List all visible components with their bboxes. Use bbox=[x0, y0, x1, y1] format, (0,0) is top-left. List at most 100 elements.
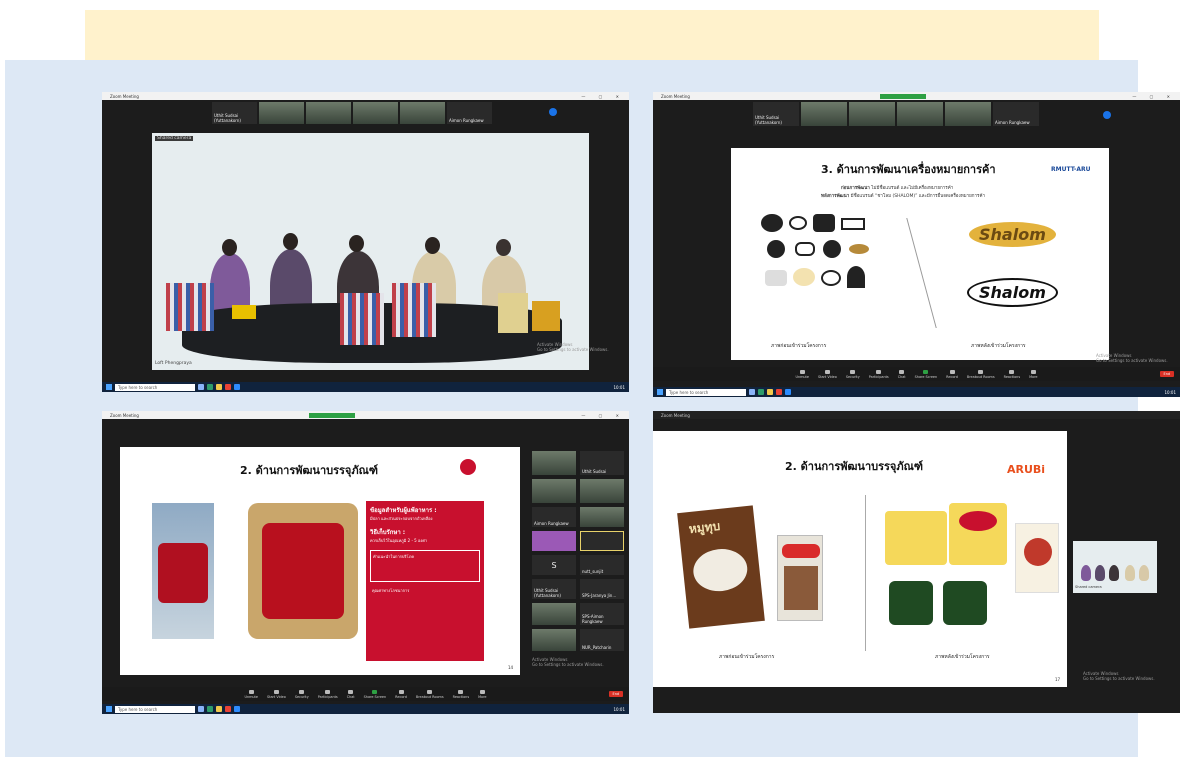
start-video-button[interactable]: Start Video bbox=[267, 689, 286, 699]
taskbar-clock: 10:01 bbox=[1164, 389, 1176, 395]
participant-video[interactable] bbox=[945, 102, 991, 126]
windows-start-icon[interactable] bbox=[106, 384, 112, 390]
participant-video[interactable] bbox=[306, 102, 351, 124]
taskview-icon[interactable] bbox=[749, 389, 755, 395]
record-button[interactable]: Record bbox=[395, 689, 407, 699]
participant-tile[interactable]: Uthit Sudsai (Yuttanakorn) bbox=[753, 102, 799, 126]
participant-video[interactable] bbox=[259, 102, 304, 124]
participant-video[interactable] bbox=[532, 451, 576, 475]
chrome-icon[interactable] bbox=[776, 389, 782, 395]
sharing-indicator bbox=[879, 93, 926, 99]
windows-start-icon[interactable] bbox=[106, 706, 112, 712]
after-package-jar bbox=[889, 581, 933, 625]
taskview-icon[interactable] bbox=[198, 706, 204, 712]
end-button[interactable]: End bbox=[608, 691, 623, 697]
participant-video[interactable] bbox=[580, 479, 624, 503]
participant-video[interactable] bbox=[532, 603, 576, 625]
folder-icon[interactable] bbox=[216, 384, 222, 390]
record-icon bbox=[398, 689, 404, 694]
security-button[interactable]: Security bbox=[846, 369, 860, 379]
edge-icon[interactable] bbox=[207, 384, 213, 390]
chrome-icon[interactable] bbox=[225, 384, 231, 390]
start-video-button[interactable]: Start Video bbox=[818, 369, 837, 379]
video-icon bbox=[273, 689, 279, 694]
reactions-button[interactable]: Reactions bbox=[453, 689, 469, 699]
participant-tile[interactable]: Uthit Sudsai (Yuttanakorn) bbox=[532, 579, 576, 599]
participant-tile[interactable]: nutt_sunjit bbox=[580, 555, 624, 575]
thumbnail-name: Shared camera bbox=[1075, 585, 1102, 589]
zoom-avatar-icon[interactable] bbox=[1103, 111, 1111, 119]
participant-tile[interactable]: Uthit Sudsai (Yuttanakorn) bbox=[212, 102, 257, 124]
taskbar-search[interactable]: Type here to search bbox=[115, 705, 195, 713]
zoom-icon[interactable] bbox=[785, 389, 791, 395]
more-button[interactable]: More bbox=[478, 689, 487, 699]
zoom-icon[interactable] bbox=[234, 706, 240, 712]
checkered-bag bbox=[392, 283, 436, 337]
participant-video[interactable] bbox=[353, 102, 398, 124]
zoom-icon[interactable] bbox=[234, 384, 240, 390]
participant-tile[interactable] bbox=[580, 531, 624, 551]
participant-video[interactable] bbox=[532, 479, 576, 503]
record-button[interactable]: Record bbox=[946, 369, 958, 379]
folder-icon[interactable] bbox=[767, 389, 773, 395]
zoom-toolbar: Unmute Start Video Security Participants… bbox=[653, 367, 1180, 381]
unmute-button[interactable]: Unmute bbox=[244, 689, 258, 699]
unmute-button[interactable]: Unmute bbox=[795, 369, 809, 379]
participant-video[interactable] bbox=[801, 102, 847, 126]
participant-video[interactable] bbox=[897, 102, 943, 126]
participant-tile[interactable]: Uthit Sudsai bbox=[580, 451, 624, 475]
share-screen-button[interactable]: Share Screen bbox=[364, 689, 386, 699]
reactions-button[interactable]: Reactions bbox=[1004, 369, 1020, 379]
chrome-icon[interactable] bbox=[225, 706, 231, 712]
breakout-button[interactable]: Breakout Rooms bbox=[967, 369, 995, 379]
shalom-logo-black: Shalom bbox=[967, 278, 1058, 307]
page-number: 14 bbox=[508, 665, 514, 670]
activate-windows-watermark: Activate Windows Go to Settings to activa… bbox=[1083, 671, 1155, 681]
thumbnail-camera-video[interactable]: Shared camera bbox=[1073, 541, 1157, 593]
taskview-icon[interactable] bbox=[198, 384, 204, 390]
participant-tile[interactable]: Aimon Rungkaew bbox=[993, 102, 1039, 126]
more-button[interactable]: More bbox=[1029, 369, 1038, 379]
windows-start-icon[interactable] bbox=[657, 389, 663, 395]
participants-button[interactable]: Participants bbox=[318, 689, 338, 699]
video-icon bbox=[824, 369, 830, 374]
participant-video[interactable] bbox=[532, 629, 576, 651]
participant-video[interactable] bbox=[580, 507, 624, 527]
chat-button[interactable]: Chat bbox=[898, 369, 906, 379]
participant-tile[interactable]: NUR_Patcharin bbox=[580, 629, 624, 651]
arubi-logo: ARUBi bbox=[1007, 463, 1046, 476]
zoom-avatar-icon[interactable] bbox=[549, 108, 557, 116]
chat-icon bbox=[899, 369, 905, 374]
participant-video[interactable] bbox=[400, 102, 445, 124]
chat-button[interactable]: Chat bbox=[347, 689, 355, 699]
participant-tile[interactable]: SPS-Jaranya Jin… bbox=[580, 579, 624, 599]
participant-tile[interactable]: Aimon Rungkaew bbox=[532, 507, 576, 527]
participant-video[interactable] bbox=[849, 102, 895, 126]
participant-tile[interactable]: Aimon Rungkaew bbox=[447, 102, 492, 124]
person-head bbox=[349, 235, 364, 252]
folder-icon[interactable] bbox=[216, 706, 222, 712]
taskbar-search[interactable]: Type here to search bbox=[666, 388, 746, 396]
university-logo bbox=[460, 459, 476, 475]
participants-button[interactable]: Participants bbox=[869, 369, 889, 379]
window-controls[interactable]: — ▢ ✕ bbox=[581, 413, 629, 418]
content-panel: Zoom Meeting — ▢ ✕ Uthit Sudsai (Yuttana… bbox=[5, 60, 1180, 757]
window-controls[interactable]: — ▢ ✕ bbox=[581, 94, 629, 99]
participant-tile[interactable]: S bbox=[532, 555, 576, 575]
window-title: Zoom Meeting bbox=[110, 412, 139, 418]
security-button[interactable]: Security bbox=[295, 689, 309, 699]
participant-tile[interactable]: SPS-Aimon Rungkaew bbox=[580, 603, 624, 625]
window-controls[interactable]: — ▢ ✕ bbox=[1132, 94, 1180, 99]
edge-icon[interactable] bbox=[758, 389, 764, 395]
share-screen-button[interactable]: Share Screen bbox=[915, 369, 937, 379]
info-title-2: วิธีเก็บรักษา : bbox=[370, 529, 406, 536]
end-button[interactable]: End bbox=[1159, 371, 1174, 377]
info-block-3: คำแนะนำในการบริโภค bbox=[370, 550, 480, 582]
person bbox=[1109, 565, 1119, 581]
after-package-tray bbox=[885, 511, 947, 565]
edge-icon[interactable] bbox=[207, 706, 213, 712]
taskbar-search[interactable]: Type here to search bbox=[115, 383, 195, 391]
participant-tile[interactable] bbox=[532, 531, 576, 551]
breakout-icon bbox=[978, 369, 984, 374]
breakout-button[interactable]: Breakout Rooms bbox=[416, 689, 444, 699]
